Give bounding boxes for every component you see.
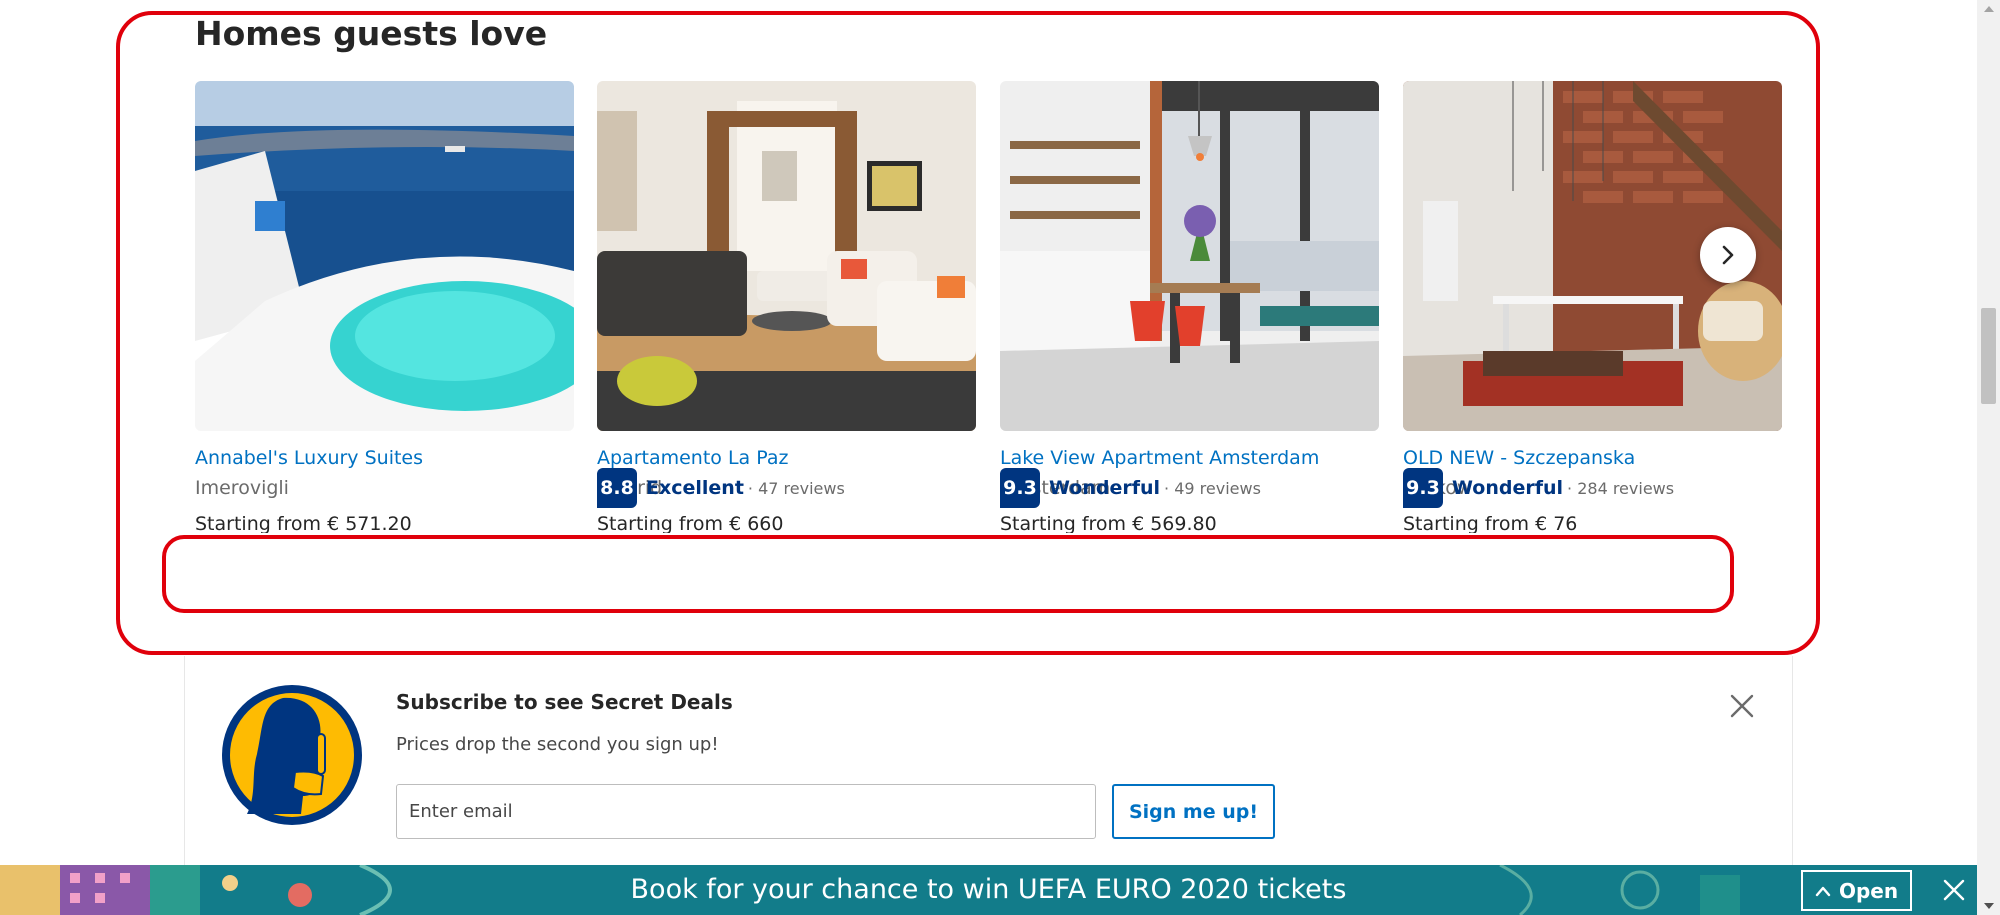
section-title: Homes guests love xyxy=(195,14,548,53)
property-price: Starting from € 569.80 xyxy=(1000,513,1217,533)
property-card[interactable]: Annabel's Luxury Suites Imerovigli Start… xyxy=(195,81,574,533)
property-photo[interactable] xyxy=(597,81,976,431)
score-badge: 9.3 xyxy=(1000,468,1040,508)
chevron-up-icon xyxy=(1815,886,1831,896)
score-badge: 9.3 xyxy=(1403,468,1443,508)
property-name-link[interactable]: Apartamento La Paz xyxy=(597,447,976,469)
banner-open-label: Open xyxy=(1838,878,1899,903)
subscribe-subtitle: Prices drop the second you sign up! xyxy=(396,734,719,755)
property-name-link[interactable]: Annabel's Luxury Suites xyxy=(195,447,574,469)
score-word: Wonderful xyxy=(1452,477,1564,499)
property-price: Starting from € 571.20 xyxy=(195,513,412,533)
banner-open-button[interactable]: Open xyxy=(1801,870,1912,911)
score-badge: 8.8 xyxy=(597,468,637,508)
subscribe-panel: Subscribe to see Secret Deals Prices dro… xyxy=(184,656,1793,866)
review-count: · 49 reviews xyxy=(1164,478,1261,498)
review-score[interactable]: 9.3 Wonderful · 49 reviews xyxy=(1000,468,1261,508)
review-score[interactable]: 8.8 Excellent · 47 reviews xyxy=(597,468,845,508)
chevron-right-icon xyxy=(1722,245,1734,265)
page: Homes guests love Annabel's Luxury Suite… xyxy=(0,0,2000,915)
review-count: · 284 reviews xyxy=(1567,478,1675,498)
banner-text: Book for your chance to win UEFA EURO 20… xyxy=(630,874,1347,905)
property-card[interactable]: Apartamento La Paz Madrid Starting from … xyxy=(597,81,976,533)
page-scrollbar[interactable] xyxy=(1977,0,2000,915)
email-input[interactable] xyxy=(396,784,1096,839)
review-score[interactable]: 9.3 Wonderful · 284 reviews xyxy=(1403,468,1674,508)
property-name-link[interactable]: Lake View Apartment Amsterdam xyxy=(1000,447,1379,469)
secret-deals-logo xyxy=(222,685,362,825)
score-word: Wonderful xyxy=(1049,477,1161,499)
close-icon[interactable] xyxy=(1725,689,1759,723)
sign-up-button[interactable]: Sign me up! xyxy=(1112,784,1275,839)
property-card[interactable]: Lake View Apartment Amsterdam Amsterdam … xyxy=(1000,81,1379,533)
property-price: Starting from € 660 xyxy=(597,513,784,533)
property-price: Starting from € 76 xyxy=(1403,513,1578,533)
close-icon[interactable] xyxy=(1942,878,1966,902)
property-photo[interactable] xyxy=(1000,81,1379,431)
carousel-next-button[interactable] xyxy=(1700,227,1756,283)
property-name-link[interactable]: OLD NEW - Szczepanska xyxy=(1403,447,1782,469)
scroll-down-arrow[interactable] xyxy=(1977,897,2000,915)
annotation-highlight-ratings xyxy=(162,535,1734,613)
score-word: Excellent xyxy=(646,477,744,499)
scroll-up-arrow[interactable] xyxy=(1977,0,2000,18)
property-card[interactable]: OLD NEW - Szczepanska Krakow Starting fr… xyxy=(1403,81,1782,533)
property-photo[interactable] xyxy=(195,81,574,431)
scroll-thumb[interactable] xyxy=(1981,308,1996,404)
review-count: · 47 reviews xyxy=(747,478,845,498)
promo-banner[interactable]: Book for your chance to win UEFA EURO 20… xyxy=(0,865,1977,915)
property-city: Imerovigli xyxy=(195,477,289,499)
subscribe-title: Subscribe to see Secret Deals xyxy=(396,690,733,714)
